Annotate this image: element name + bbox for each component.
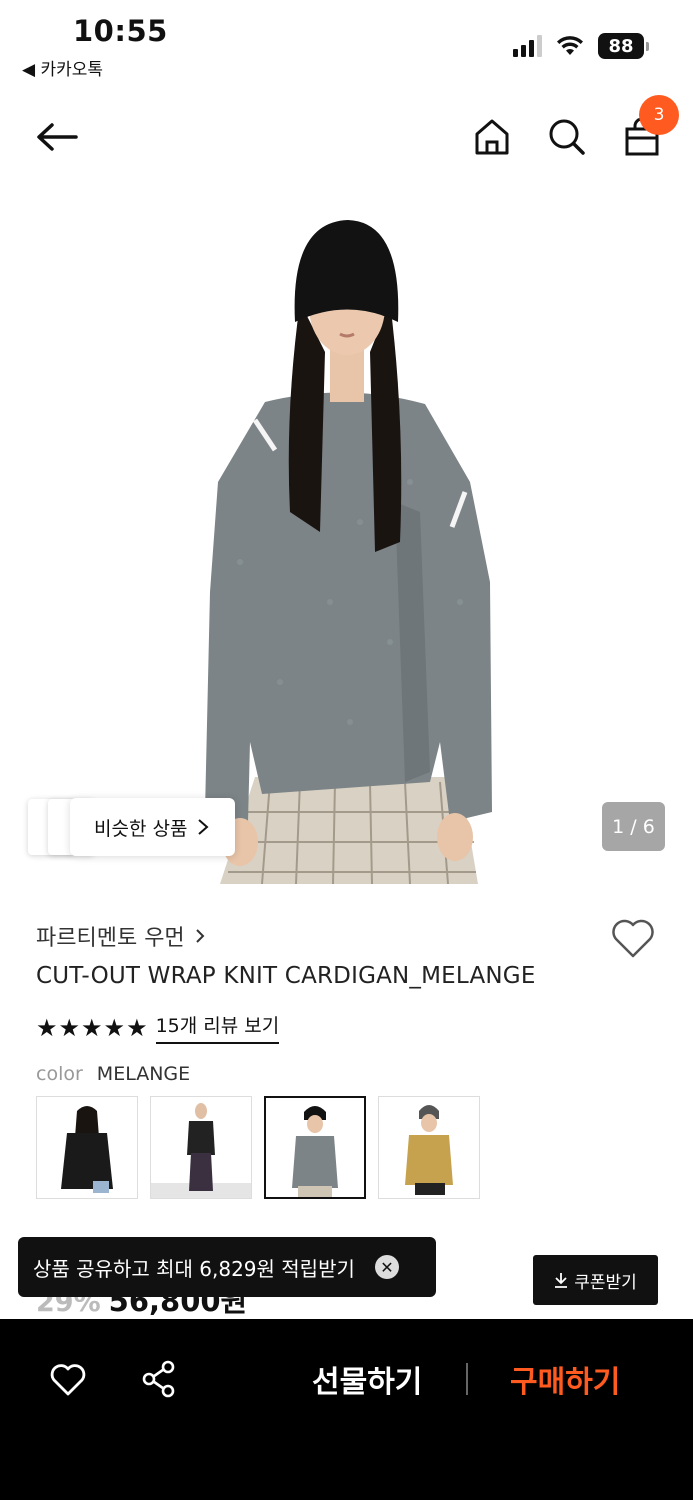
star-icon: ★ [36, 1013, 58, 1042]
star-icon: ★ [81, 1013, 103, 1042]
close-icon[interactable]: ✕ [374, 1255, 399, 1279]
swatch-black[interactable] [36, 1096, 138, 1199]
color-label: color [36, 1063, 83, 1085]
status-indicators: 88 [513, 33, 649, 59]
similar-products-label: 비슷한 상품 [94, 817, 188, 840]
search-icon [549, 119, 585, 155]
bottom-wishlist-button[interactable] [46, 1360, 90, 1400]
bottom-action-bar [0, 1319, 693, 1500]
chevron-right-icon [195, 929, 205, 943]
color-value: MELANGE [96, 1063, 191, 1085]
battery-icon: 88 [598, 33, 649, 59]
color-swatches [36, 1096, 480, 1199]
search-button[interactable] [546, 116, 588, 158]
star-icon: ★ [126, 1013, 148, 1042]
color-row: color MELANGE [36, 1063, 190, 1085]
rating-row: ★ ★ ★ ★ ★ 15개 리뷰 보기 [36, 1011, 280, 1044]
toast-message: 상품 공유하고 최대 6,829원 적립받기 [33, 1256, 355, 1281]
share-button[interactable] [138, 1358, 180, 1400]
model-illustration [205, 220, 492, 884]
coupon-label: 쿠폰받기 [574, 1272, 637, 1293]
battery-level: 88 [598, 33, 644, 59]
home-icon [475, 119, 509, 155]
status-time: 10:55 [73, 14, 168, 48]
back-button[interactable] [34, 116, 80, 158]
cellular-signal-icon [513, 35, 542, 57]
home-button[interactable] [472, 116, 512, 158]
brand-link[interactable]: 파르티멘토 우먼 [36, 920, 205, 952]
rating-stars: ★ ★ ★ ★ ★ [36, 1016, 148, 1040]
star-icon: ★ [103, 1013, 126, 1042]
wishlist-button[interactable] [610, 918, 656, 964]
heart-icon [50, 1364, 86, 1396]
back-to-app-link[interactable]: ◀ 카카오톡 [22, 55, 103, 80]
download-icon [555, 1273, 568, 1288]
similar-products-button[interactable]: 비슷한 상품 [28, 798, 235, 856]
chevron-right-icon [198, 819, 209, 835]
heart-icon [612, 919, 654, 958]
cart-count-badge: 3 [639, 95, 679, 135]
product-name: CUT-OUT WRAP KNIT CARDIGAN_MELANGE [36, 963, 536, 989]
brand-name: 파르티멘토 우먼 [36, 926, 185, 951]
swatch-black-full[interactable] [150, 1096, 252, 1199]
arrow-left-icon [37, 123, 78, 151]
review-link[interactable]: 15개 리뷰 보기 [155, 1011, 280, 1044]
wifi-icon [557, 36, 583, 55]
share-icon [142, 1360, 175, 1398]
buy-button[interactable]: 구매하기 [510, 1357, 620, 1401]
star-icon: ★ [58, 1013, 81, 1042]
share-reward-toast[interactable]: 상품 공유하고 최대 6,829원 적립받기 ✕ [18, 1237, 436, 1297]
image-page-counter: 1 / 6 [602, 802, 665, 851]
coupon-button[interactable]: 쿠폰받기 [533, 1255, 658, 1305]
divider [466, 1363, 468, 1395]
swatch-mustard[interactable] [378, 1096, 480, 1199]
product-image[interactable] [0, 182, 693, 884]
swatch-melange[interactable] [264, 1096, 366, 1199]
gift-button[interactable]: 선물하기 [312, 1357, 422, 1401]
